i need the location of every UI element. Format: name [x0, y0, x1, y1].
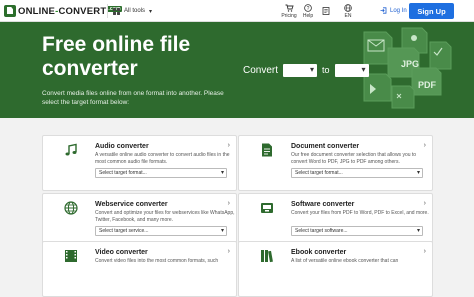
- globe-icon: [63, 200, 79, 216]
- all-tools-menu[interactable]: All tools ▾: [113, 5, 152, 17]
- help-link[interactable]: ? Help: [302, 2, 314, 20]
- webservice-target-select[interactable]: Select target service...: [95, 226, 227, 236]
- deco-label-jpg: JPG: [401, 59, 419, 69]
- pricing-label: Pricing: [281, 12, 297, 19]
- deco-label-pdf: PDF: [418, 80, 437, 90]
- card-title: Webservice converter: [95, 201, 168, 208]
- login-label: Log In: [390, 8, 407, 14]
- card-description: Our free document converter selection th…: [291, 152, 417, 165]
- chevron-right-icon: ›: [423, 200, 426, 207]
- card-title: Audio converter: [95, 143, 149, 150]
- to-label: to: [322, 65, 330, 75]
- pricing-link[interactable]: Pricing: [280, 2, 298, 20]
- top-header: ONLINE-CONVERT.com All tools ▾ Pricing ?…: [0, 0, 474, 22]
- signup-button[interactable]: Sign Up: [409, 3, 454, 19]
- music-note-icon: [63, 142, 79, 158]
- card-title: Video converter: [95, 249, 148, 256]
- film-icon: [63, 248, 79, 264]
- header-divider: [107, 4, 108, 18]
- language-label: EN: [344, 12, 352, 19]
- software-target-select[interactable]: Select target software...: [291, 226, 423, 236]
- audio-target-select[interactable]: Select target format...: [95, 168, 227, 178]
- chevron-down-icon: ▾: [149, 8, 153, 15]
- card-ebook-converter[interactable]: Ebook converter › A list of versatile on…: [238, 241, 433, 297]
- all-tools-label: All tools: [124, 8, 146, 14]
- page-title: Free online file converter: [42, 33, 191, 80]
- document-icon: [259, 142, 275, 158]
- cart-icon: [285, 4, 294, 12]
- card-audio-converter[interactable]: Audio converter › A versatile online aud…: [42, 135, 237, 191]
- history-icon: [322, 6, 331, 15]
- card-description: A list of versatile online ebook convert…: [291, 258, 399, 264]
- site-logo[interactable]: ONLINE-CONVERT.com: [4, 4, 122, 18]
- quick-convert: Convert to: [243, 63, 374, 77]
- card-title: Software converter: [291, 201, 355, 208]
- card-description: Convert your files from PDF to Word, PDF…: [291, 210, 429, 216]
- history-button[interactable]: [320, 2, 332, 20]
- convert-label: Convert: [243, 64, 279, 76]
- help-label: Help: [302, 12, 314, 19]
- chevron-right-icon: ›: [423, 248, 426, 255]
- globe-icon: [344, 3, 353, 12]
- logo-icon: [4, 5, 16, 17]
- card-video-converter[interactable]: Video converter › Convert video files in…: [42, 241, 237, 297]
- card-title: Ebook converter: [291, 249, 347, 256]
- login-link[interactable]: Log In: [380, 5, 407, 17]
- source-format-select[interactable]: [283, 63, 318, 77]
- software-icon: [259, 200, 275, 216]
- hero-subtitle: Convert media files online from one form…: [42, 90, 224, 106]
- book-icon: [259, 248, 275, 264]
- chevron-right-icon: ›: [227, 200, 230, 207]
- card-description: Convert video files into the most common…: [95, 258, 219, 264]
- svg-text:?: ?: [307, 6, 310, 12]
- document-target-select[interactable]: Select target format...: [291, 168, 423, 178]
- card-description: Convert and optimize your files for webs…: [95, 210, 235, 223]
- target-format-select[interactable]: [334, 63, 369, 77]
- help-icon: ?: [304, 3, 313, 12]
- card-title: Document converter: [291, 143, 360, 150]
- card-description: A versatile online audio converter to co…: [95, 152, 230, 165]
- chevron-right-icon: ›: [227, 142, 230, 149]
- chevron-right-icon: ›: [227, 248, 230, 255]
- hero-banner: Free online file converter Convert media…: [0, 22, 474, 118]
- grid-icon: [113, 7, 120, 15]
- language-selector[interactable]: EN: [342, 2, 354, 20]
- login-icon: [380, 6, 387, 16]
- chevron-right-icon: ›: [423, 142, 426, 149]
- card-document-converter[interactable]: Document converter › Our free document c…: [238, 135, 433, 191]
